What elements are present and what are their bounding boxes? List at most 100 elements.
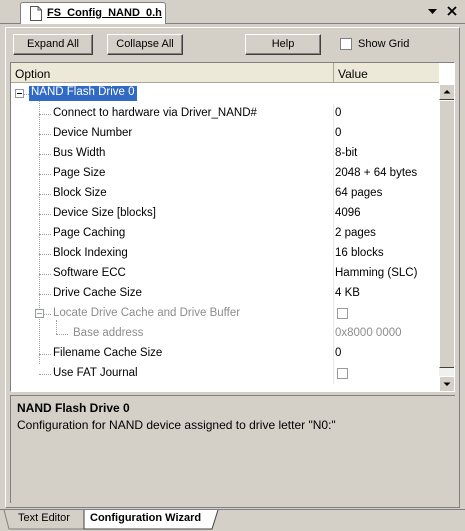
option-value[interactable]: 4 KB xyxy=(335,287,360,299)
tab-configuration-wizard[interactable]: Configuration Wizard xyxy=(84,510,218,529)
tree-row-device-size[interactable]: Device Size [blocks] 4096 xyxy=(11,204,439,224)
option-name: Block Indexing xyxy=(53,247,128,259)
option-name: Bus Width xyxy=(53,147,106,159)
collapse-all-button[interactable]: Collapse All xyxy=(107,34,183,55)
scroll-up-button[interactable] xyxy=(439,84,454,100)
file-icon xyxy=(30,6,42,21)
option-value[interactable]: 2 pages xyxy=(335,227,376,239)
tree-line xyxy=(44,314,51,315)
tree-row-use-fat-journal[interactable]: Use FAT Journal xyxy=(11,364,439,384)
column-divider xyxy=(333,104,334,124)
column-divider xyxy=(333,284,334,304)
scroll-down-button[interactable] xyxy=(439,376,454,391)
arrow-up-icon xyxy=(443,90,451,94)
use-fat-journal-checkbox[interactable] xyxy=(337,368,348,379)
option-name: Device Number xyxy=(53,127,133,139)
help-button[interactable]: Help xyxy=(245,34,321,55)
tree-line xyxy=(56,334,68,335)
column-divider xyxy=(333,224,334,244)
option-name: Connect to hardware via Driver_NAND# xyxy=(53,107,257,119)
option-name: Page Caching xyxy=(53,227,126,239)
option-name: Device Size [blocks] xyxy=(53,207,156,219)
tree-line xyxy=(39,354,51,355)
option-name: Base address xyxy=(73,327,144,339)
document-tab-bar: FS_Config_NAND_0.h xyxy=(0,0,465,24)
show-grid-label: Show Grid xyxy=(358,38,410,50)
collapse-toggle-icon[interactable] xyxy=(15,89,24,98)
option-value[interactable]: 64 pages xyxy=(335,187,382,199)
tree-line xyxy=(39,194,51,195)
tree-line xyxy=(39,174,51,175)
tree-row-nand-flash-drive-0[interactable]: NAND Flash Drive 0 xyxy=(11,84,439,104)
column-divider[interactable] xyxy=(333,63,334,83)
tree-line xyxy=(39,374,51,375)
tree-row-block-size[interactable]: Block Size 64 pages xyxy=(11,184,439,204)
tab-configuration-wizard-label: Configuration Wizard xyxy=(90,512,202,524)
column-divider xyxy=(333,344,334,364)
close-icon[interactable] xyxy=(446,5,458,17)
options-tree-grid: Option Value NAND Flash Drive 0 Connect … xyxy=(10,62,455,392)
column-divider xyxy=(333,184,334,204)
option-value[interactable]: 2048 + 64 bytes xyxy=(335,167,417,179)
option-value[interactable]: 0 xyxy=(335,107,341,119)
column-divider xyxy=(333,164,334,184)
tree-line xyxy=(39,154,51,155)
option-name: Software ECC xyxy=(53,267,126,279)
option-value[interactable]: 0 xyxy=(335,347,341,359)
tree-row-locate-drive-cache[interactable]: Locate Drive Cache and Drive Buffer xyxy=(11,304,439,324)
option-value[interactable]: 8-bit xyxy=(335,147,357,159)
tree-line xyxy=(39,214,51,215)
column-divider xyxy=(333,124,334,144)
editor-mode-tab-bar: Text Editor Configuration Wizard xyxy=(0,509,465,530)
show-grid-checkbox[interactable] xyxy=(340,38,352,50)
option-name: Page Size xyxy=(53,167,106,179)
column-divider xyxy=(333,204,334,224)
vertical-scrollbar[interactable] xyxy=(439,84,454,391)
option-value[interactable]: 0x8000 0000 xyxy=(335,327,402,339)
option-value[interactable]: 4096 xyxy=(335,207,361,219)
chevron-down-icon[interactable] xyxy=(428,6,437,16)
grid-header: Option Value xyxy=(11,63,439,83)
tree-line xyxy=(39,134,51,135)
tree-line xyxy=(39,274,51,275)
document-tab-label: FS_Config_NAND_0.h xyxy=(47,7,162,19)
column-divider xyxy=(333,364,334,384)
tree-row-base-address[interactable]: Base address 0x8000 0000 xyxy=(11,324,439,344)
column-divider xyxy=(333,304,334,324)
option-rows: NAND Flash Drive 0 Connect to hardware v… xyxy=(11,84,439,391)
tree-row-device-number[interactable]: Device Number 0 xyxy=(11,124,439,144)
option-name: Block Size xyxy=(53,187,107,199)
tree-row-software-ecc[interactable]: Software ECC Hamming (SLC) xyxy=(11,264,439,284)
locate-drive-cache-checkbox[interactable] xyxy=(337,308,348,319)
tree-line xyxy=(39,254,51,255)
option-name: NAND Flash Drive 0 xyxy=(29,86,137,101)
tree-row-driver-nand[interactable]: Connect to hardware via Driver_NAND# 0 xyxy=(11,104,439,124)
tree-row-drive-cache-size[interactable]: Drive Cache Size 4 KB xyxy=(11,284,439,304)
tab-text-editor-label: Text Editor xyxy=(18,512,70,524)
tree-line xyxy=(39,114,51,115)
tree-row-filename-cache-size[interactable]: Filename Cache Size 0 xyxy=(11,344,439,364)
tree-row-block-indexing[interactable]: Block Indexing 16 blocks xyxy=(11,244,439,264)
column-divider xyxy=(333,244,334,264)
tree-row-bus-width[interactable]: Bus Width 8-bit xyxy=(11,144,439,164)
arrow-down-icon xyxy=(443,382,451,386)
value-column-header[interactable]: Value xyxy=(338,67,368,81)
tree-row-page-size[interactable]: Page Size 2048 + 64 bytes xyxy=(11,164,439,184)
option-name: Drive Cache Size xyxy=(53,287,142,299)
option-value[interactable]: Hamming (SLC) xyxy=(335,267,417,279)
option-value[interactable]: 16 blocks xyxy=(335,247,384,259)
option-name: Use FAT Journal xyxy=(53,367,138,379)
tab-text-editor[interactable]: Text Editor xyxy=(8,510,84,528)
option-value[interactable]: 0 xyxy=(335,127,341,139)
description-title: NAND Flash Drive 0 xyxy=(17,401,130,415)
column-divider xyxy=(333,324,334,344)
collapse-toggle-icon[interactable] xyxy=(35,309,44,318)
tree-line xyxy=(39,234,51,235)
column-divider xyxy=(333,144,334,164)
expand-all-button[interactable]: Expand All xyxy=(13,34,93,55)
scroll-thumb[interactable] xyxy=(439,100,454,368)
option-column-header[interactable]: Option xyxy=(15,67,50,81)
column-divider xyxy=(333,264,334,284)
document-tab[interactable]: FS_Config_NAND_0.h xyxy=(20,2,166,24)
tree-row-page-caching[interactable]: Page Caching 2 pages xyxy=(11,224,439,244)
